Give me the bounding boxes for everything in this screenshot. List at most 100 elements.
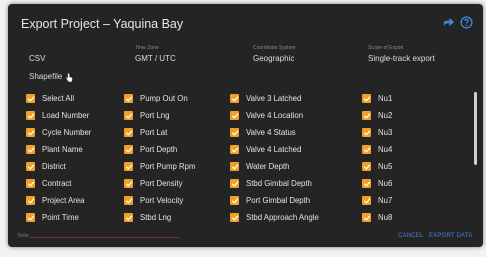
- checkbox-checked[interactable]: [362, 179, 371, 188]
- scrollbar[interactable]: [474, 92, 477, 165]
- checkbox-checked[interactable]: [230, 128, 239, 137]
- field-checkbox-row[interactable]: Port Gimbal Depth: [230, 192, 319, 209]
- field-checkbox-row[interactable]: Nu7: [362, 192, 392, 209]
- field-checkbox-row[interactable]: Project Area: [26, 192, 91, 209]
- field-column-4: Nu1 Nu2 Nu3 Nu4 Nu5 Nu6 Nu7 Nu8: [362, 90, 392, 226]
- checkbox-checked[interactable]: [230, 111, 239, 120]
- scope-label: Scope of Export: [368, 45, 404, 51]
- field-label: Nu3: [378, 128, 393, 137]
- checkbox-checked[interactable]: [124, 196, 133, 205]
- scope-value: Single-track export: [368, 54, 435, 63]
- checkbox-checked[interactable]: [124, 145, 133, 154]
- field-label: Plant Name: [42, 145, 83, 154]
- checkbox-checked[interactable]: [124, 162, 133, 171]
- checkmark-icon: [231, 215, 238, 220]
- checkmark-icon: [125, 147, 132, 152]
- scope-option[interactable]: Scope of Export Single-track export: [368, 44, 435, 63]
- checkbox-checked[interactable]: [26, 196, 35, 205]
- checkbox-checked[interactable]: [124, 111, 133, 120]
- checkmark-icon: [125, 164, 132, 169]
- checkbox-checked[interactable]: [362, 213, 371, 222]
- export-options: CSV Shapefile Time Zone GMT / UTC Coordi…: [8, 44, 483, 84]
- field-checkbox-row[interactable]: Port Depth: [124, 141, 195, 158]
- checkbox-checked[interactable]: [26, 213, 35, 222]
- checkbox-checked[interactable]: [26, 111, 35, 120]
- field-label: Port Lng: [140, 111, 170, 120]
- checkbox-checked[interactable]: [124, 128, 133, 137]
- field-column-3: Valve 3 Latched Valve 4 Location Valve 4 S…: [230, 90, 319, 226]
- checkbox-checked[interactable]: [230, 94, 239, 103]
- field-checkbox-row[interactable]: Port Density: [124, 175, 195, 192]
- time-zone-option[interactable]: Time Zone GMT / UTC: [135, 44, 176, 63]
- field-label: Nu1: [378, 94, 393, 103]
- field-checkbox-row[interactable]: Valve 4 Location: [230, 107, 319, 124]
- format-option: CSV Shapefile: [29, 44, 74, 83]
- field-checkbox-row[interactable]: Port Velocity: [124, 192, 195, 209]
- field-checkbox-row[interactable]: Contract: [26, 175, 91, 192]
- field-checkbox-row[interactable]: Valve 4 Status: [230, 124, 319, 141]
- field-checkbox-row[interactable]: Point Time: [26, 209, 91, 226]
- field-checkbox-row[interactable]: Port Lng: [124, 107, 195, 124]
- field-checkbox-row[interactable]: District: [26, 158, 91, 175]
- checkbox-checked[interactable]: [230, 196, 239, 205]
- field-checkbox-row[interactable]: Nu4: [362, 141, 392, 158]
- checkmark-icon: [231, 147, 238, 152]
- checkbox-checked[interactable]: [230, 213, 239, 222]
- checkbox-checked[interactable]: [124, 213, 133, 222]
- field-checkbox-row[interactable]: Port Lat: [124, 124, 195, 141]
- field-checkbox-row[interactable]: Load Number: [26, 107, 91, 124]
- checkbox-checked[interactable]: [362, 162, 371, 171]
- checkbox-checked[interactable]: [124, 94, 133, 103]
- checkbox-checked[interactable]: [230, 162, 239, 171]
- checkbox-checked[interactable]: [26, 145, 35, 154]
- field-checkbox-row[interactable]: Valve 3 Latched: [230, 90, 319, 107]
- field-checkbox-row[interactable]: Nu1: [362, 90, 392, 107]
- field-checkbox-row[interactable]: Port Pump Rpm: [124, 158, 195, 175]
- checkbox-checked[interactable]: [124, 179, 133, 188]
- checkbox-checked[interactable]: [230, 179, 239, 188]
- field-label: Nu4: [378, 145, 393, 154]
- coordinate-system-value: Geographic: [253, 54, 295, 63]
- field-checkbox-row[interactable]: Plant Name: [26, 141, 91, 158]
- checkbox-checked[interactable]: [362, 111, 371, 120]
- share-arrow-icon[interactable]: [442, 16, 455, 29]
- field-checkbox-row[interactable]: Nu5: [362, 158, 392, 175]
- export-data-button[interactable]: EXPORT DATA: [429, 233, 472, 239]
- checkbox-checked[interactable]: [26, 162, 35, 171]
- footer-hint: Note:: [18, 233, 30, 239]
- checkbox-checked[interactable]: [26, 128, 35, 137]
- checkmark-icon: [363, 215, 370, 220]
- field-checkbox-row[interactable]: Nu2: [362, 107, 392, 124]
- format-label: [29, 44, 74, 52]
- checkbox-checked[interactable]: [26, 179, 35, 188]
- field-checkbox-row[interactable]: Valve 4 Latched: [230, 141, 319, 158]
- mouse-pointer-icon: [66, 73, 73, 83]
- checkbox-checked[interactable]: [362, 94, 371, 103]
- format-option-shapefile[interactable]: Shapefile: [29, 70, 74, 83]
- checkmark-icon: [27, 113, 34, 118]
- field-checkbox-row[interactable]: Cycle Number: [26, 124, 91, 141]
- field-checkbox-row[interactable]: Stbd Gimbal Depth: [230, 175, 319, 192]
- coordinate-system-option[interactable]: Coordinate System Geographic: [253, 44, 296, 63]
- checkbox-checked[interactable]: [26, 94, 35, 103]
- field-label: Pump Out On: [140, 94, 188, 103]
- field-checkbox-row[interactable]: Nu8: [362, 209, 392, 226]
- help-icon[interactable]: [460, 16, 473, 29]
- checkmark-icon: [231, 181, 238, 186]
- field-checkbox-row[interactable]: Nu3: [362, 124, 392, 141]
- field-column-1: Select All Load Number Cycle Number Plant N…: [26, 90, 91, 226]
- field-checkbox-row[interactable]: Select All: [26, 90, 91, 107]
- checkbox-checked[interactable]: [362, 145, 371, 154]
- field-checkbox-row[interactable]: Stbd Approach Angle: [230, 209, 319, 226]
- field-checkbox-row[interactable]: Nu6: [362, 175, 392, 192]
- field-checkbox-row[interactable]: Pump Out On: [124, 90, 195, 107]
- cancel-button[interactable]: CANCEL: [398, 233, 424, 239]
- field-checkbox-row[interactable]: Water Depth: [230, 158, 319, 175]
- checkbox-checked[interactable]: [362, 128, 371, 137]
- field-column-2: Pump Out On Port Lng Port Lat Port Depth Por…: [124, 90, 195, 226]
- checkbox-checked[interactable]: [362, 196, 371, 205]
- coordinate-system-label: Coordinate System: [253, 45, 296, 51]
- field-checkbox-row[interactable]: Stbd Lng: [124, 209, 195, 226]
- checkbox-checked[interactable]: [230, 145, 239, 154]
- format-option-csv[interactable]: CSV: [29, 54, 74, 63]
